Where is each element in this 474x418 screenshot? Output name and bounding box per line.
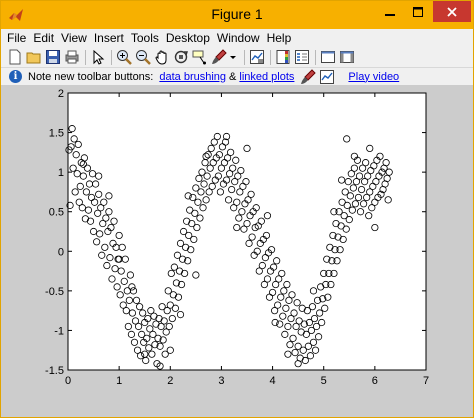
- legend-icon[interactable]: [294, 49, 310, 65]
- print-icon[interactable]: [64, 49, 80, 65]
- data-cursor-icon[interactable]: [192, 49, 208, 65]
- open-file-icon[interactable]: [26, 49, 42, 65]
- toolbar-separator: [244, 49, 245, 65]
- x-tick-label: 2: [167, 375, 173, 387]
- menu-insert[interactable]: Insert: [94, 31, 124, 45]
- menu-window[interactable]: Window: [217, 31, 260, 45]
- x-tick-label: 1: [116, 375, 122, 387]
- info-bar: i Note new toolbar buttons: data brushin…: [1, 67, 473, 85]
- figure-canvas: 0 1 2 3 4 5 6 7 -1.5 -1 -0.5 0 0.5 1 1.5 2: [1, 85, 473, 417]
- y-tick-label: 2: [58, 88, 64, 100]
- menu-file[interactable]: File: [7, 31, 26, 45]
- y-tick-label: -0.5: [45, 286, 64, 298]
- toolbar-separator: [85, 49, 86, 65]
- y-tick-label: 1: [58, 167, 64, 179]
- info-text: Note new toolbar buttons:: [28, 70, 154, 83]
- save-icon[interactable]: [45, 49, 61, 65]
- brush-icon: [300, 68, 317, 85]
- maximize-button[interactable]: [405, 1, 431, 22]
- title-bar[interactable]: Figure 1: [1, 1, 473, 29]
- minimize-icon: [385, 13, 395, 16]
- hide-plot-tools-icon[interactable]: [320, 49, 336, 65]
- figure-window: Figure 1 File Edit View Insert Tools Des…: [0, 0, 474, 418]
- linked-plots-link[interactable]: linked plots: [239, 71, 294, 83]
- play-video-link[interactable]: Play video: [348, 71, 399, 83]
- scatter-plot[interactable]: 0 1 2 3 4 5 6 7 -1.5 -1 -0.5 0 0.5 1 1.5 2: [1, 85, 473, 417]
- close-icon: [447, 6, 457, 17]
- new-figure-icon[interactable]: [7, 49, 23, 65]
- minimize-button[interactable]: [377, 1, 403, 22]
- figure-toolbar: [1, 47, 473, 67]
- x-tick-label: 6: [372, 375, 378, 387]
- toolbar-separator: [111, 49, 112, 65]
- menu-desktop[interactable]: Desktop: [166, 31, 210, 45]
- colorbar-icon[interactable]: [275, 49, 291, 65]
- y-tick-label: 0.5: [49, 207, 64, 219]
- menu-view[interactable]: View: [61, 31, 87, 45]
- toolbar-separator: [270, 49, 271, 65]
- y-tick-label: -1: [54, 325, 64, 337]
- close-button[interactable]: [433, 1, 471, 22]
- plot-axes: [67, 92, 427, 371]
- y-tick-label: 0: [58, 246, 64, 258]
- menu-tools[interactable]: Tools: [131, 31, 159, 45]
- x-tick-label: 4: [270, 375, 276, 387]
- toolbar-separator: [315, 49, 316, 65]
- zoom-out-icon[interactable]: [135, 49, 151, 65]
- link-plot-icon[interactable]: [249, 49, 265, 65]
- y-tick-label: -1.5: [45, 365, 64, 377]
- x-tick-label: 0: [65, 375, 71, 387]
- rotate-3d-icon[interactable]: [173, 49, 189, 65]
- zoom-in-icon[interactable]: [116, 49, 132, 65]
- x-tick-label: 3: [218, 375, 224, 387]
- menu-bar: File Edit View Insert Tools Desktop Wind…: [1, 29, 473, 47]
- menu-help[interactable]: Help: [267, 31, 292, 45]
- ampersand-text: &: [229, 70, 237, 83]
- info-icon: i: [9, 70, 22, 83]
- brush-icon[interactable]: [211, 49, 227, 65]
- link-plot-icon: [319, 69, 335, 85]
- y-tick-label: 1.5: [49, 128, 64, 140]
- x-tick-label: 5: [321, 375, 327, 387]
- maximize-icon: [413, 6, 423, 17]
- edit-plot-icon[interactable]: [90, 49, 106, 65]
- data-brushing-link[interactable]: data brushing: [159, 71, 226, 83]
- menu-edit[interactable]: Edit: [33, 31, 54, 45]
- x-tick-label: 7: [423, 375, 429, 387]
- show-plot-tools-icon[interactable]: [339, 49, 355, 65]
- brush-dropdown-icon[interactable]: [230, 49, 236, 65]
- pan-icon[interactable]: [154, 49, 170, 65]
